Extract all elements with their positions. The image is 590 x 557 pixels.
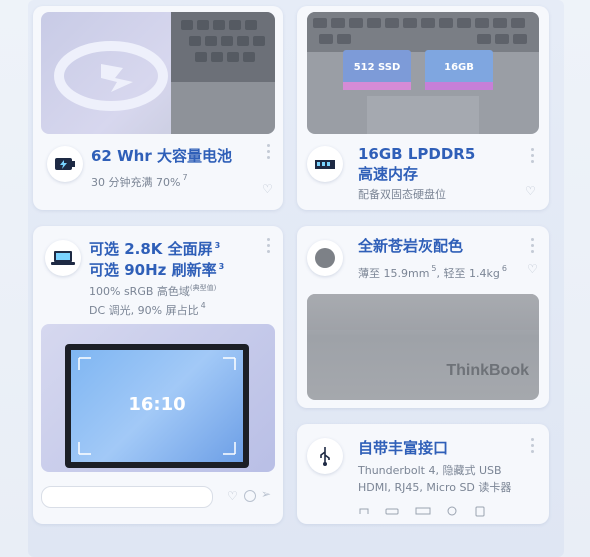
battery-title: 62 Whr 大容量电池 xyxy=(91,147,232,165)
heart-icon[interactable]: ♡ xyxy=(262,182,273,196)
aspect-ratio-label: 16:10 xyxy=(128,394,186,415)
memory-card[interactable]: 512 SSD 16GB 16GB LPDDR5 高速内存 配备双固态硬盘位 ♡ xyxy=(297,6,549,210)
battery-subtitle: 30 分钟充满 70% 7 xyxy=(91,173,188,189)
ports-card[interactable]: 自带丰富接口 Thunderbolt 4, 隐藏式 USB HDMI, RJ45… xyxy=(297,424,549,524)
thinkbook-brand: ThinkBook xyxy=(446,362,529,379)
memory-subtitle: 配备双固态硬盘位 xyxy=(358,188,446,201)
kebab-menu-icon[interactable] xyxy=(265,238,271,256)
share-icon[interactable]: ➢ xyxy=(261,487,271,501)
ports-subtitle-line2: HDMI, RJ45, Micro SD 读卡器 xyxy=(358,481,512,494)
heart-icon[interactable]: ♡ xyxy=(525,184,536,198)
laptop-screen: 16:10 xyxy=(65,344,249,468)
color-swatch-icon xyxy=(307,240,343,276)
comment-icon[interactable] xyxy=(244,490,256,502)
ram-chip-label: 16GB xyxy=(444,62,474,73)
battery-image xyxy=(41,12,275,134)
kebab-menu-icon[interactable] xyxy=(529,238,535,256)
comment-input[interactable] xyxy=(41,486,213,508)
usb-icon xyxy=(307,438,343,474)
screen-image: 16:10 xyxy=(41,324,275,472)
heart-icon[interactable]: ♡ xyxy=(527,262,538,276)
kebab-menu-icon[interactable] xyxy=(529,148,535,166)
kebab-menu-icon[interactable] xyxy=(529,438,535,456)
color-card[interactable]: 全新苍岩灰配色 薄至 15.9mm 5, 轻至 1.4kg 6 ♡ ThinkBoo… xyxy=(297,226,549,408)
heart-icon[interactable]: ♡ xyxy=(227,489,238,503)
memory-title-line2: 高速内存 xyxy=(358,165,419,183)
ports-title: 自带丰富接口 xyxy=(358,439,449,457)
screen-title-line1: 可选 2.8K 全面屏 3 xyxy=(89,240,221,258)
screen-title-line2: 可选 90Hz 刷新率 3 xyxy=(89,261,225,279)
screen-subtitle-line2: DC 调光, 90% 屏占比 4 xyxy=(89,301,206,317)
laptop-lid-image: ThinkBook xyxy=(307,294,539,400)
lightning-logo xyxy=(54,12,275,134)
ssd-chip-label: 512 SSD xyxy=(353,62,401,73)
memory-title-line1: 16GB LPDDR5 xyxy=(358,145,476,163)
battery-card[interactable]: 62 Whr 大容量电池 30 分钟充满 70% 7 ♡ xyxy=(33,6,283,210)
ports-subtitle-line1: Thunderbolt 4, 隐藏式 USB xyxy=(358,464,502,477)
memory-image: 512 SSD 16GB xyxy=(307,12,539,134)
screen-subtitle-line1: 100% sRGB 高色域(典型值) xyxy=(89,284,217,298)
screen-card[interactable]: 可选 2.8K 全面屏 3 可选 90Hz 刷新率 3 100% sRGB 高色域(… xyxy=(33,226,283,524)
port-icons-row xyxy=(358,502,538,517)
color-subtitle: 薄至 15.9mm 5, 轻至 1.4kg 6 xyxy=(358,264,507,280)
kebab-menu-icon[interactable] xyxy=(265,144,271,162)
battery-charge-icon xyxy=(47,146,83,182)
laptop-display-icon xyxy=(45,240,81,276)
color-title: 全新苍岩灰配色 xyxy=(358,237,464,255)
memory-module-icon xyxy=(307,146,343,182)
